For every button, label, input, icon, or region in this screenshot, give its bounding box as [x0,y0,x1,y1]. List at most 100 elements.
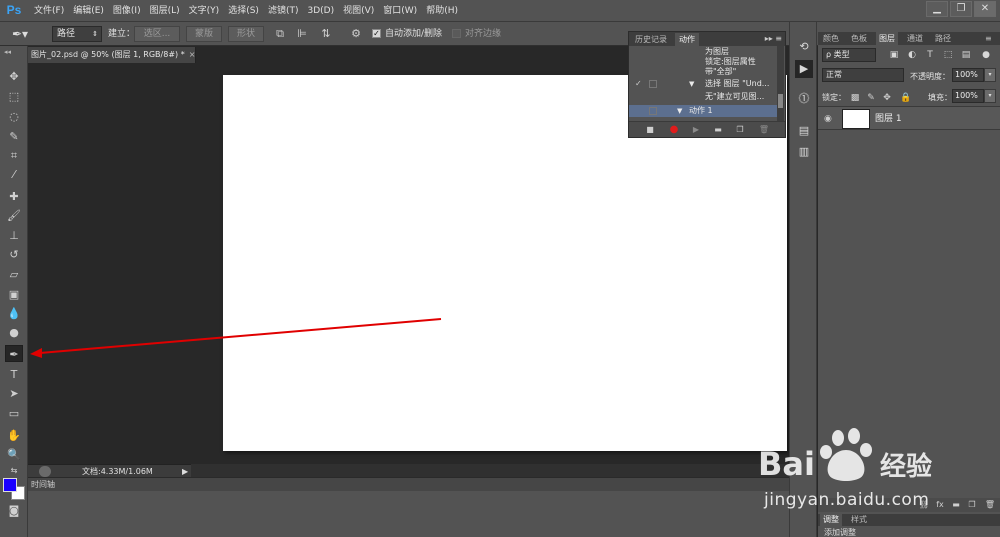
tab-actions[interactable]: 动作 [675,33,699,46]
filter-shape-icon[interactable]: ⬚ [942,48,954,62]
list-item[interactable]: 带"全部" [629,66,777,78]
expand-triangle-icon[interactable]: ▼ [677,105,682,117]
make-mask-button[interactable]: 蒙版 [186,26,222,42]
dodge-tool-icon[interactable]: ● [5,324,23,341]
menu-file[interactable]: 文件(F) [34,0,70,22]
stop-icon[interactable]: ■ [643,123,657,137]
lock-image-icon[interactable]: ✎ [866,92,876,104]
panel-menu-icon[interactable]: ▸▸ ≡ [765,32,782,46]
menu-filter[interactable]: 滤镜(T) [268,0,305,22]
tab-history[interactable]: 历史记录 [631,33,671,46]
zoom-tool-icon[interactable]: 🔍 [5,446,23,463]
scrollbar-thumb[interactable] [778,94,783,108]
record-icon[interactable]: ● [667,123,681,137]
document-tab[interactable]: 图片_02.psd @ 50% (图层 1, RGB/8#) * × [28,47,196,63]
new-action-icon[interactable]: ❐ [733,123,747,137]
marquee-tool-icon[interactable]: ⬚ [5,88,23,105]
tab-color[interactable]: 颜色 [820,32,842,45]
filter-adjustment-icon[interactable]: ◐ [906,48,918,62]
make-shape-button[interactable]: 形状 [228,26,264,42]
rectangle-tool-icon[interactable]: ▭ [5,405,23,422]
eye-icon[interactable]: ◉ [824,113,834,125]
opacity-input[interactable]: 100% [952,68,984,82]
play-icon[interactable]: ▶ [689,123,703,137]
lock-transparent-icon[interactable]: ▩ [850,92,860,104]
foreground-color-swatch[interactable] [3,478,17,492]
lock-position-icon[interactable]: ✥ [882,92,892,104]
menu-3d[interactable]: 3D(D) [307,0,340,22]
lock-all-icon[interactable]: 🔒 [900,92,911,104]
blur-tool-icon[interactable]: 💧 [5,305,23,322]
filter-smart-object-icon[interactable]: ▤ [960,48,972,62]
path-alignment-icon[interactable]: ⊫ [294,26,310,42]
tab-channels[interactable]: 通道 [904,32,926,45]
path-selection-tool-icon[interactable]: ➤ [5,385,23,402]
filter-pixel-icon[interactable]: ▣ [888,48,900,62]
fill-input[interactable]: 100% [952,89,984,103]
pen-tool-icon[interactable]: ✒▾ [12,26,38,42]
history-brush-tool-icon[interactable]: ↺ [5,246,23,263]
path-operations-icon[interactable]: ⧉ [272,26,288,42]
gradient-tool-icon[interactable]: ▣ [5,286,23,303]
tab-paths[interactable]: 路径 [932,32,954,45]
pen-tool-icon[interactable]: ✒ [5,345,23,362]
eyedropper-tool-icon[interactable]: ⁄ [5,166,23,183]
properties-panel-icon[interactable]: ▥ [795,143,813,161]
close-icon[interactable]: × [189,50,195,59]
tab-layers[interactable]: 图层 [876,32,898,45]
quick-mask-icon[interactable]: ◙ [5,502,23,519]
expand-triangle-icon[interactable]: ▼ [689,78,694,90]
trash-icon[interactable]: 🗑 [757,123,771,137]
hand-tool-icon[interactable]: ✋ [5,427,23,444]
type-tool-icon[interactable]: T [5,366,23,383]
align-edges-checkbox[interactable] [452,29,461,38]
scrollbar[interactable] [777,46,784,124]
menu-view[interactable]: 视图(V) [343,0,380,22]
list-item[interactable]: ✓ ▼ 选择 图层 "Und... [629,78,777,90]
healing-brush-tool-icon[interactable]: ✚ [5,188,23,205]
clone-stamp-tool-icon[interactable]: ⊥ [5,227,23,244]
blend-mode-select[interactable]: 正常 [822,68,904,82]
filter-type-icon[interactable]: T [924,48,936,62]
tab-swatches[interactable]: 色板 [848,32,870,45]
layer-comps-icon[interactable]: ▤ [795,122,813,140]
filter-toggle-icon[interactable]: ● [980,48,992,62]
history-panel-icon[interactable]: ⟲ [795,38,813,56]
minimize-button[interactable]: ▁ [926,1,948,17]
make-selection-button[interactable]: 选区... [134,26,180,42]
menu-window[interactable]: 窗口(W) [383,0,423,22]
lasso-tool-icon[interactable]: ◌ [5,108,23,125]
crop-tool-icon[interactable]: ⌗ [5,147,23,164]
menu-type[interactable]: 文字(Y) [189,0,226,22]
restore-button[interactable]: ❐ [950,1,972,17]
move-tool-icon[interactable]: ✥ [5,68,23,85]
menu-layer[interactable]: 图层(L) [150,0,186,22]
layer-filter-select[interactable]: ρ 类型 [822,48,876,62]
list-item-selected[interactable]: ▼ 动作 1 [629,105,777,117]
auto-add-delete-checkbox[interactable]: ✓ [372,29,381,38]
menu-image[interactable]: 图像(I) [113,0,147,22]
layer-row[interactable]: ◉ 图层 1 [818,106,1000,130]
actions-panel-icon[interactable]: ▶ [795,60,813,78]
info-panel-icon[interactable]: ⓵ [795,90,813,108]
swap-colors-icon[interactable]: ⇆ [5,462,23,479]
zoom-field[interactable] [39,466,51,477]
opacity-dropdown-icon[interactable]: ▾ [984,68,996,82]
collapse-icon[interactable]: ◂◂ [4,48,11,56]
layer-name[interactable]: 图层 1 [875,107,902,131]
menu-help[interactable]: 帮助(H) [426,0,464,22]
dialog-toggle-box[interactable] [649,107,657,115]
panel-menu-icon[interactable]: ≡ [982,32,995,45]
gear-icon[interactable]: ⚙ [348,26,364,42]
dialog-toggle-box[interactable] [649,80,657,88]
path-arrangement-icon[interactable]: ⇅ [318,26,334,42]
quick-selection-tool-icon[interactable]: ✎ [5,128,23,145]
path-mode-select[interactable]: 路径 ⇕ [52,26,102,42]
new-set-folder-icon[interactable]: ▬ [711,123,725,137]
menu-edit[interactable]: 编辑(E) [73,0,110,22]
list-item[interactable]: 无"建立可见图... [629,91,777,103]
brush-tool-icon[interactable]: 🖌 [5,207,23,224]
close-button[interactable]: ✕ [974,1,996,17]
menu-select[interactable]: 选择(S) [228,0,265,22]
check-icon[interactable]: ✓ [635,78,642,90]
